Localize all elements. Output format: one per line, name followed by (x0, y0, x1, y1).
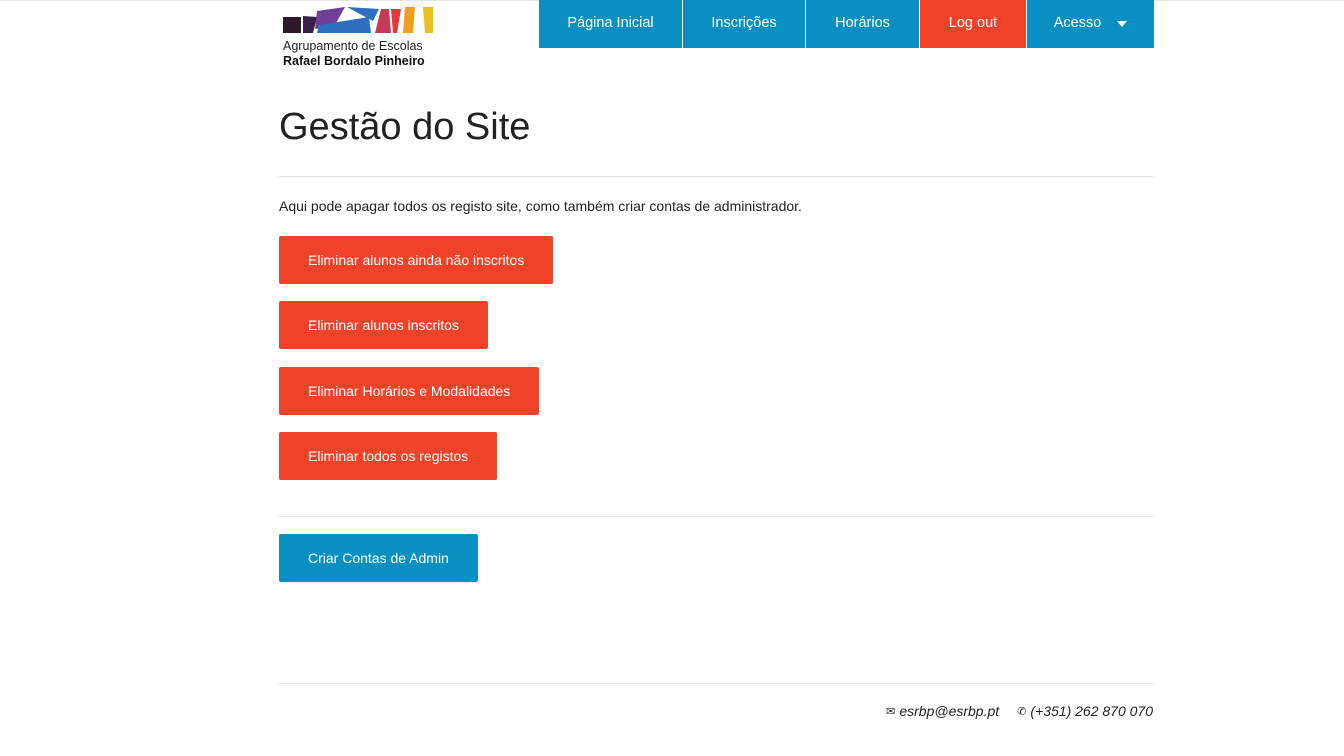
create-admin-accounts-button[interactable]: Criar Contas de Admin (279, 534, 478, 582)
phone-icon: ✆ (1017, 705, 1027, 718)
delete-schedules-button[interactable]: Eliminar Horários e Modalidades (279, 367, 540, 415)
delete-all-records-button[interactable]: Eliminar todos os registos (279, 432, 498, 480)
nav-item-horarios[interactable]: Horários (806, 0, 920, 48)
delete-uninscribed-students-button[interactable]: Eliminar alunos ainda não inscritos (279, 236, 554, 284)
footer-divider (279, 683, 1153, 684)
page-title: Gestão do Site (279, 106, 531, 148)
button-label: Criar Contas de Admin (308, 550, 449, 566)
logo-mark-icon (283, 7, 433, 33)
footer-contact: ✉ esrbp@esrbp.pt ✆ (+351) 262 870 070 (886, 703, 1153, 719)
footer-phone-wrap: ✆ (+351) 262 870 070 (1017, 703, 1153, 719)
nav-label: Acesso (1053, 15, 1102, 31)
button-label: Eliminar todos os registos (308, 448, 469, 464)
envelope-icon: ✉ (886, 705, 896, 718)
nav-label: Horários (835, 15, 890, 31)
nav-item-logout[interactable]: Log out (920, 0, 1027, 48)
nav-label: Log out (948, 15, 998, 31)
nav-item-acesso-dropdown[interactable]: Acesso (1027, 0, 1154, 48)
logo-text-line1: Agrupamento de Escolas (283, 39, 423, 53)
nav-item-pagina-inicial[interactable]: Página Inicial (539, 0, 683, 48)
nav-label: Inscrições (711, 15, 777, 31)
logo-text-line2: Rafael Bordalo Pinheiro (283, 54, 425, 68)
intro-text: Aqui pode apagar todos os registo site, … (279, 198, 802, 214)
nav-item-inscricoes[interactable]: Inscrições (683, 0, 806, 48)
divider (279, 516, 1153, 517)
caret-down-icon (1117, 20, 1128, 27)
footer-phone[interactable]: (+351) 262 870 070 (1030, 703, 1153, 719)
footer-email[interactable]: esrbp@esrbp.pt (899, 703, 999, 719)
delete-inscribed-students-button[interactable]: Eliminar alunos inscritos (279, 301, 488, 349)
divider (279, 176, 1153, 177)
school-logo[interactable]: Agrupamento de Escolas Rafael Bordalo Pi… (283, 7, 443, 71)
nav-label: Página Inicial (567, 15, 654, 31)
button-label: Eliminar Horários e Modalidades (308, 383, 511, 399)
button-label: Eliminar alunos ainda não inscritos (308, 252, 525, 268)
button-label: Eliminar alunos inscritos (308, 317, 459, 333)
main-nav: Página Inicial Inscrições Horários Log o… (539, 0, 1154, 48)
